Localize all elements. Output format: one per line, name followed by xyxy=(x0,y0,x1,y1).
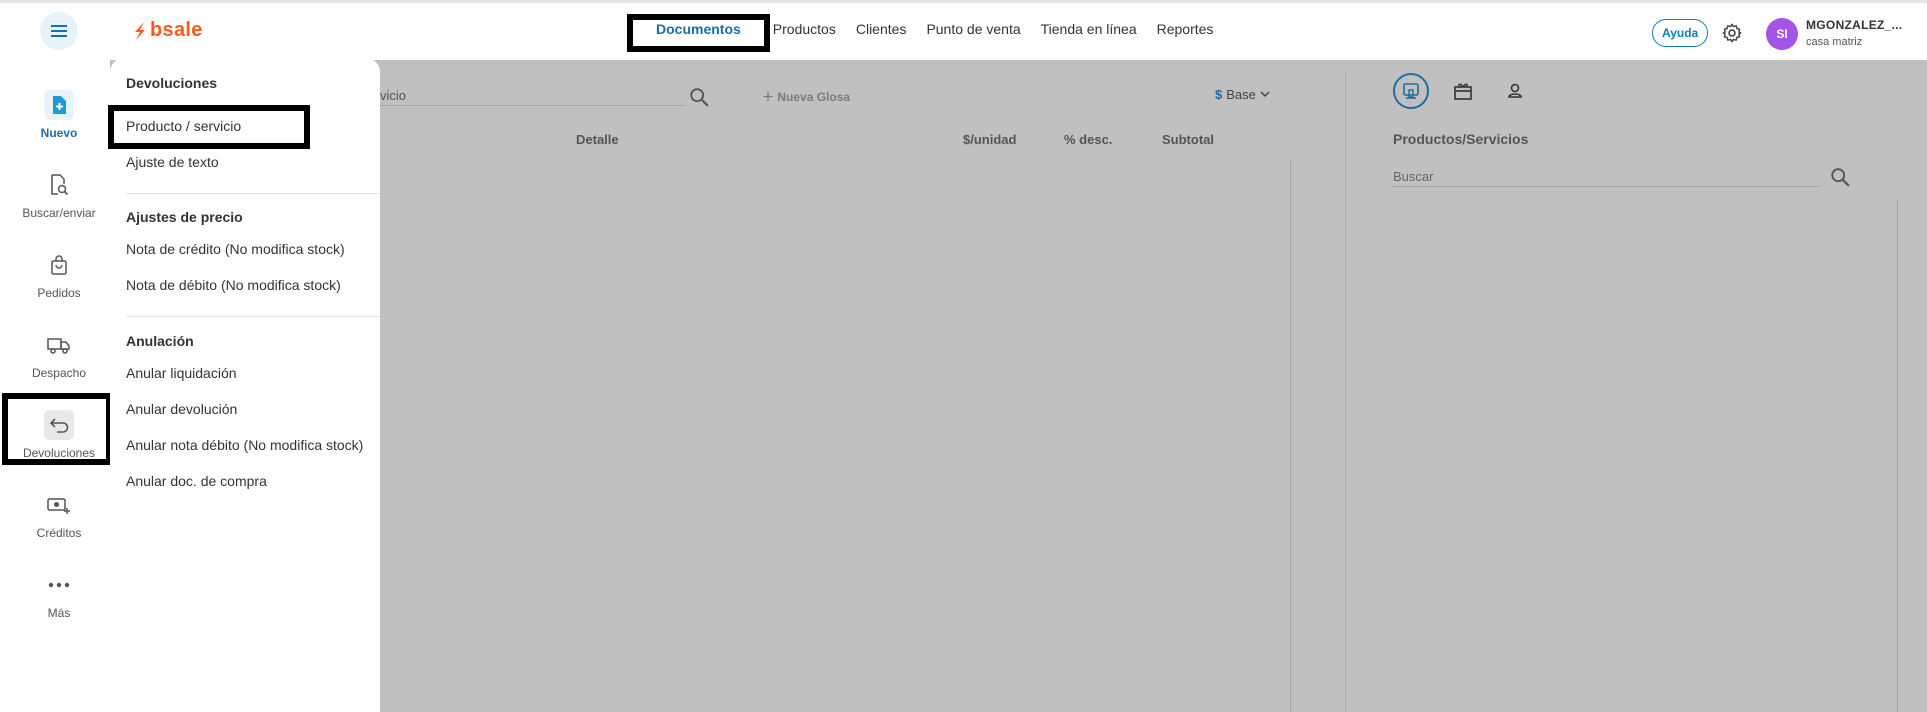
sidebar-item-label: Nuevo xyxy=(40,126,78,140)
column-header-detalle: Detalle xyxy=(576,132,619,147)
sidebar-item-despacho[interactable]: Despacho xyxy=(0,330,118,380)
sidebar-item-pedidos[interactable]: Pedidos xyxy=(0,250,118,300)
shopping-bag-icon xyxy=(44,250,74,280)
column-divider xyxy=(1290,160,1291,712)
menu-item-nota-de-credito[interactable]: Nota de crédito (No modifica stock) xyxy=(126,241,345,257)
sidebar-item-creditos[interactable]: Créditos xyxy=(0,490,118,540)
menu-item-anular-devolucion[interactable]: Anular devolución xyxy=(126,401,237,417)
pos-terminal-icon[interactable] xyxy=(1393,73,1429,109)
menu-icon[interactable] xyxy=(40,12,78,50)
brand-name: bsale xyxy=(150,19,203,41)
highlight-box-documentos xyxy=(627,14,770,52)
menu-section-title: Devoluciones xyxy=(126,75,218,91)
menu-item-anular-nota-debito[interactable]: Anular nota débito (No modifica stock) xyxy=(126,437,363,453)
currency-symbol: $ xyxy=(1215,87,1223,102)
top-bar: bsale Documentos Productos Clientes Punt… xyxy=(0,0,1927,60)
menu-item-anular-doc-de-compra[interactable]: Anular doc. de compra xyxy=(126,473,267,489)
menu-divider xyxy=(126,316,380,317)
left-sidebar: Nuevo Buscar/enviar Pedidos Despacho Dev… xyxy=(0,60,110,712)
help-button[interactable]: Ayuda xyxy=(1652,19,1709,47)
gear-icon[interactable] xyxy=(1721,22,1743,44)
menu-section-title: Ajustes de precio xyxy=(126,209,243,225)
sidebar-item-nuevo[interactable]: Nuevo xyxy=(0,90,118,140)
sidebar-item-label: Despacho xyxy=(31,366,87,380)
sidebar-item-label: Más xyxy=(47,606,71,620)
column-header-discount: % desc. xyxy=(1064,132,1113,147)
highlight-box-devoluciones xyxy=(2,393,112,465)
person-icon[interactable] xyxy=(1497,73,1533,109)
nav-tienda-en-linea[interactable]: Tienda en línea xyxy=(1041,21,1137,37)
menu-item-nota-de-debito[interactable]: Nota de débito (No modifica stock) xyxy=(126,277,341,293)
more-dots-icon xyxy=(44,570,74,600)
menu-section-title: Anulación xyxy=(126,333,194,349)
column-header-subtotal: Subtotal xyxy=(1162,132,1214,147)
devoluciones-menu: Devoluciones Producto / servicio Ajuste … xyxy=(110,58,380,712)
sidebar-item-label: Créditos xyxy=(36,526,82,540)
scrollbar-track xyxy=(1897,200,1898,712)
search-icon[interactable] xyxy=(688,86,710,113)
plus-icon: ＋ xyxy=(762,90,775,104)
new-document-icon xyxy=(44,90,74,120)
menu-item-ajuste-de-texto[interactable]: Ajuste de texto xyxy=(126,154,219,170)
product-search-input[interactable]: vicio xyxy=(380,88,685,106)
menu-divider xyxy=(126,193,380,194)
search-icon[interactable] xyxy=(1829,166,1851,193)
truck-icon xyxy=(44,330,74,360)
brand-logo[interactable]: bsale xyxy=(132,19,203,42)
nav-productos[interactable]: Productos xyxy=(773,21,836,37)
document-search-icon xyxy=(44,170,74,200)
products-search-input[interactable]: Buscar xyxy=(1393,169,1820,187)
highlight-box-producto-servicio xyxy=(108,105,310,149)
products-panel-tabs xyxy=(1393,73,1533,109)
products-panel-title: Productos/Servicios xyxy=(1393,131,1529,147)
avatar[interactable]: SI xyxy=(1766,18,1798,50)
nav-clientes[interactable]: Clientes xyxy=(856,21,907,37)
sidebar-item-mas[interactable]: Más xyxy=(0,570,118,620)
bsale-logo-icon xyxy=(135,21,145,40)
currency-select[interactable]: $ Base xyxy=(1215,87,1270,102)
chevron-down-icon xyxy=(1260,87,1270,102)
currency-label: Base xyxy=(1226,87,1256,102)
menu-item-anular-liquidacion[interactable]: Anular liquidación xyxy=(126,365,237,381)
column-header-unit-price: $/unidad xyxy=(963,132,1017,147)
new-gloss-button[interactable]: ＋ Nueva Glosa xyxy=(762,88,850,105)
sidebar-item-buscar-enviar[interactable]: Buscar/enviar xyxy=(0,170,118,220)
nav-reportes[interactable]: Reportes xyxy=(1157,21,1214,37)
sidebar-item-label: Pedidos xyxy=(37,286,81,300)
gift-icon[interactable] xyxy=(1445,73,1481,109)
money-icon xyxy=(44,490,74,520)
user-name[interactable]: MGONZALEZ_... xyxy=(1806,18,1903,32)
new-gloss-label: Nueva Glosa xyxy=(777,90,851,104)
user-branch: casa matriz xyxy=(1806,36,1863,48)
sidebar-item-label: Buscar/enviar xyxy=(22,206,96,220)
nav-punto-de-venta[interactable]: Punto de venta xyxy=(926,21,1020,37)
